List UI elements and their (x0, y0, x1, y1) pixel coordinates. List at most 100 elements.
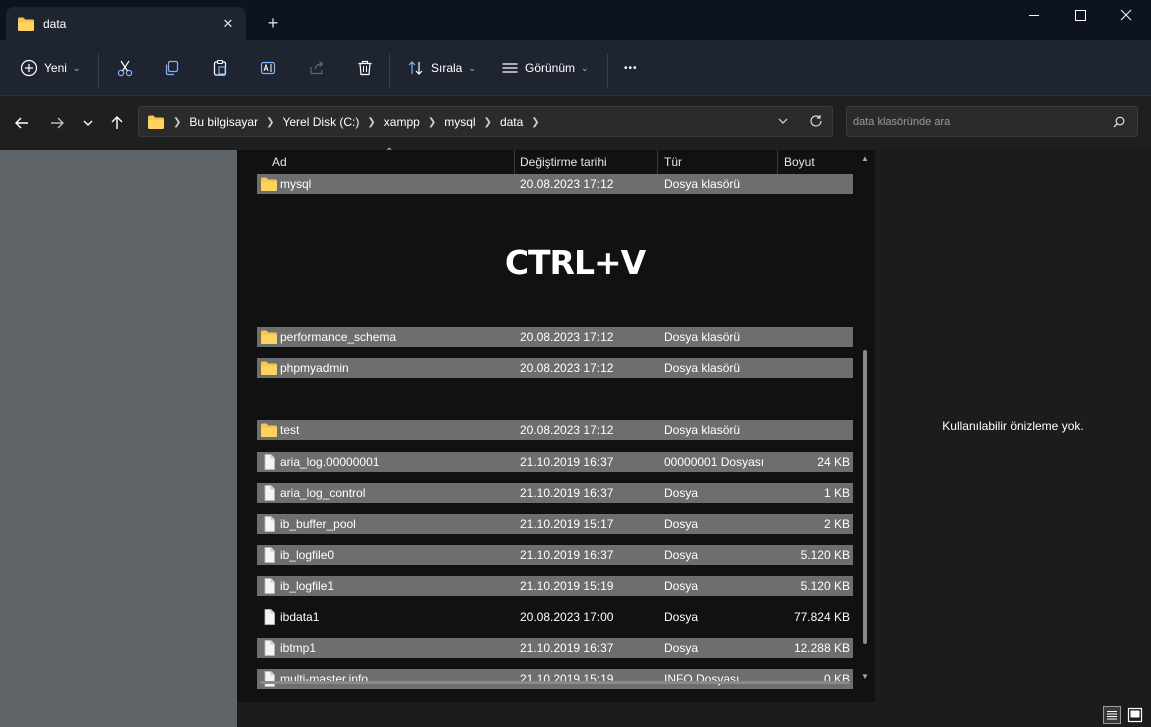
file-row[interactable]: ib_buffer_pool 21.10.2019 15:17 Dosya 2 KB (257, 514, 853, 534)
tab-data[interactable]: data ✕ (6, 7, 246, 40)
column-header-date[interactable]: Değiştirme tarihi (520, 155, 607, 169)
file-row[interactable]: mysql 20.08.2023 17:12 Dosya klasörü (257, 174, 853, 194)
chevron-right-icon[interactable]: ❯ (173, 117, 181, 128)
delete-button[interactable] (356, 54, 374, 82)
folder-icon (260, 329, 278, 345)
chevron-right-icon[interactable]: ❯ (266, 117, 274, 128)
chevron-right-icon[interactable]: ❯ (484, 117, 492, 128)
file-date: 20.08.2023 17:12 (520, 177, 614, 191)
file-row[interactable]: aria_log_control 21.10.2019 16:37 Dosya 1 K… (257, 483, 853, 503)
column-divider[interactable] (657, 150, 658, 174)
file-size: 5.120 KB (800, 548, 850, 562)
close-tab-icon[interactable]: ✕ (218, 14, 238, 34)
recent-locations-button[interactable] (75, 110, 101, 136)
cut-button[interactable] (116, 54, 134, 82)
plus-circle-icon (20, 59, 38, 77)
column-header-size[interactable]: Boyut (784, 155, 815, 169)
close-window-button[interactable] (1103, 0, 1149, 32)
paste-button[interactable] (211, 54, 229, 82)
status-bar (237, 702, 1151, 727)
file-date: 20.08.2023 17:00 (520, 610, 614, 624)
file-list[interactable]: Ad ⌃ Değiştirme tarihi Tür Boyut mysql 20… (237, 147, 875, 702)
new-button[interactable]: Yeni ⌄ (20, 54, 80, 82)
file-date: 21.10.2019 16:37 (520, 455, 614, 469)
file-size: 1 KB (823, 486, 850, 500)
breadcrumb-item[interactable]: data (500, 115, 523, 129)
file-date: 21.10.2019 15:19 (520, 579, 614, 593)
file-row[interactable]: ib_logfile1 21.10.2019 15:19 Dosya 5.120 KB (257, 576, 853, 596)
chevron-right-icon[interactable]: ❯ (367, 117, 375, 128)
breadcrumb-item[interactable]: Yerel Disk (C:) (282, 115, 359, 129)
toolbar-divider (389, 54, 390, 88)
details-view-button[interactable] (1103, 706, 1121, 724)
breadcrumb-item[interactable]: mysql (444, 115, 475, 129)
scrollbar-thumb[interactable] (863, 350, 867, 644)
file-row[interactable]: aria_log.00000001 21.10.2019 16:37 0000000… (257, 452, 853, 472)
file-icon (260, 671, 278, 687)
file-name: aria_log.00000001 (280, 455, 380, 469)
forward-button[interactable] (44, 110, 70, 136)
file-icon (260, 547, 278, 563)
minimize-button[interactable] (1011, 0, 1057, 32)
rename-button[interactable] (259, 54, 277, 82)
share-button[interactable] (308, 54, 326, 82)
search-input[interactable]: data klasöründe ara (846, 106, 1138, 137)
column-header-type[interactable]: Tür (664, 155, 682, 169)
file-row[interactable]: ib_logfile0 21.10.2019 16:37 Dosya 5.120 KB (257, 545, 853, 565)
folder-icon (17, 16, 35, 32)
sort-button[interactable]: Sırala ⌄ (407, 54, 476, 82)
address-dropdown-icon[interactable] (777, 115, 789, 127)
share-icon (308, 59, 326, 77)
chevron-down-icon (82, 117, 94, 129)
more-button[interactable]: ••• (624, 54, 638, 82)
file-row[interactable]: ibdata1 20.08.2023 17:00 Dosya 77.824 KB (257, 607, 853, 627)
sort-icon (407, 59, 425, 77)
vertical-scrollbar[interactable]: ▲ ▼ (859, 150, 871, 690)
file-row[interactable]: phpmyadmin 20.08.2023 17:12 Dosya klasörü (257, 358, 853, 378)
address-bar[interactable]: ❯ Bu bilgisayar ❯ Yerel Disk (C:) ❯ xamp… (138, 106, 833, 137)
new-tab-button[interactable]: + (262, 12, 284, 34)
scroll-down-icon[interactable]: ▼ (861, 672, 869, 681)
breadcrumb: ❯ Bu bilgisayar ❯ Yerel Disk (C:) ❯ xamp… (173, 115, 548, 129)
search-icon[interactable] (1112, 115, 1126, 129)
maximize-button[interactable] (1057, 0, 1103, 32)
file-icon (260, 578, 278, 594)
file-row[interactable]: ibtmp1 21.10.2019 16:37 Dosya 12.288 KB (257, 638, 853, 658)
file-icon (260, 454, 278, 470)
file-date: 21.10.2019 16:37 (520, 548, 614, 562)
file-name: test (280, 423, 300, 437)
file-type: Dosya klasörü (664, 177, 741, 191)
file-name: ib_logfile1 (280, 579, 335, 593)
breadcrumb-item[interactable]: xampp (384, 115, 420, 129)
column-divider[interactable] (777, 150, 778, 174)
refresh-icon[interactable] (809, 114, 823, 128)
file-size: 5.120 KB (800, 579, 850, 593)
navigation-pane[interactable] (0, 150, 237, 727)
chevron-right-icon[interactable]: ❯ (428, 117, 436, 128)
file-name: ib_logfile0 (280, 548, 335, 562)
preview-pane: Kullanılabilir önizleme yok. (875, 150, 1151, 702)
back-button[interactable] (9, 110, 35, 136)
copy-button[interactable] (163, 54, 181, 82)
address-row: ❯ Bu bilgisayar ❯ Yerel Disk (C:) ❯ xamp… (0, 96, 1151, 150)
file-row[interactable]: performance_schema 20.08.2023 17:12 Dosya … (257, 327, 853, 347)
scroll-up-icon[interactable]: ▲ (861, 154, 869, 163)
up-button[interactable] (104, 110, 130, 136)
sort-button-label: Sırala (431, 61, 463, 75)
large-icons-view-button[interactable] (1126, 706, 1144, 724)
title-bar: data ✕ + (0, 0, 1151, 40)
preview-message: Kullanılabilir önizleme yok. (942, 419, 1084, 433)
column-header-name[interactable]: Ad (272, 155, 287, 169)
horizontal-scrollbar[interactable] (260, 681, 850, 684)
file-row[interactable]: test 20.08.2023 17:12 Dosya klasörü (257, 420, 853, 440)
file-type: 00000001 Dosyası (664, 455, 765, 469)
column-divider[interactable] (514, 150, 515, 174)
breadcrumb-item[interactable]: Bu bilgisayar (189, 115, 258, 129)
arrow-up-icon (109, 115, 125, 131)
file-icon (260, 516, 278, 532)
search-placeholder: data klasöründe ara (853, 116, 951, 128)
file-row[interactable]: multi-master.info 21.10.2019 15:19 INFO Do… (257, 669, 853, 689)
view-button[interactable]: Görünüm ⌄ (501, 54, 589, 82)
chevron-right-icon[interactable]: ❯ (531, 117, 539, 128)
new-button-label: Yeni (44, 61, 67, 75)
